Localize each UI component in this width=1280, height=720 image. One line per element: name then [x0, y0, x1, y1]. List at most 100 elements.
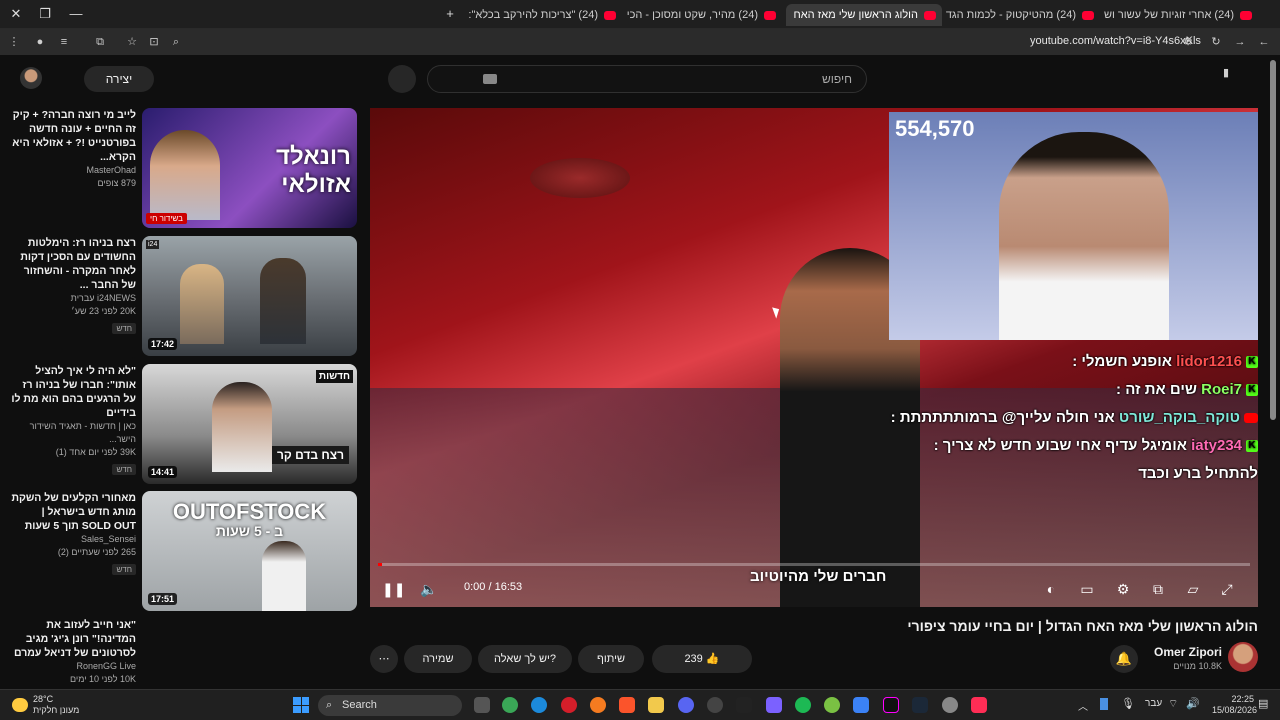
- taskbar-search[interactable]: ⌕ Search: [318, 695, 462, 716]
- captions-icon[interactable]: ▭: [1076, 578, 1098, 600]
- zoom-icon[interactable]: ⌕: [168, 34, 184, 50]
- account-avatar[interactable]: [20, 67, 42, 89]
- video-title[interactable]: "לא היה לי איך להציל אותו": חברו של בניה…: [11, 364, 136, 420]
- settings-gear-icon[interactable]: ⚙: [1112, 578, 1134, 600]
- browser-tab-active[interactable]: הולוג הראשון שלי מאז האח: [786, 4, 942, 26]
- notifications-icon[interactable]: ▤: [1258, 697, 1268, 710]
- edge-icon[interactable]: [531, 697, 547, 713]
- speaker-icon[interactable]: 🔊: [1186, 697, 1200, 710]
- browser-tab[interactable]: (24) מהיר, שקט ומסוכן - הכיוו: [626, 4, 782, 26]
- close-window-icon[interactable]: ✕: [6, 5, 26, 23]
- whatsapp-icon[interactable]: [824, 697, 840, 713]
- video-title[interactable]: "אני חייב לעזוב את המדינה!" רונן ג'יג' מ…: [11, 618, 136, 660]
- cast-icon[interactable]: ▱: [1182, 578, 1204, 600]
- progress-fill: [378, 563, 383, 566]
- more-actions-button[interactable]: ⋯: [370, 645, 398, 673]
- progress-bar[interactable]: [378, 563, 1250, 566]
- video-player[interactable]: 554,570 Klidor1216 אופנע חשמלי : K Roei7 …: [370, 108, 1258, 607]
- video-title[interactable]: לייב מי רוצה חברה? + קיק זה החיים + עונה…: [11, 108, 136, 164]
- brave-icon[interactable]: [619, 697, 635, 713]
- ask-button[interactable]: יש לך שאלה?: [478, 645, 572, 673]
- chrome-icon[interactable]: [502, 697, 518, 713]
- channel-name[interactable]: MasterOhad: [11, 164, 136, 177]
- video-thumbnail[interactable]: OUTOFSTOCK ב - 5 שעות 17:51: [142, 491, 357, 611]
- tiktok-icon[interactable]: [883, 697, 899, 713]
- taskbar-search-label: Search: [342, 699, 377, 711]
- recommended-video[interactable]: OUTOFSTOCK ב - 5 שעות 17:51 מאחורי הקלעי…: [0, 491, 360, 611]
- system-clock[interactable]: 22:25 15/08/2026: [1212, 694, 1257, 716]
- extensions-icon[interactable]: ⧉: [92, 34, 108, 50]
- back-icon[interactable]: ←: [1256, 34, 1272, 50]
- spotify-icon[interactable]: [795, 697, 811, 713]
- video-meta: 10K לפני 10 ימים: [69, 674, 136, 684]
- tray-chevron-icon[interactable]: ︿: [1078, 698, 1088, 713]
- discord-icon[interactable]: [678, 697, 694, 713]
- like-button[interactable]: 239 👍: [652, 645, 752, 673]
- recommended-video[interactable]: רצח בדם קר חדשות 14:41 "לא היה לי איך לה…: [0, 364, 360, 484]
- windows-start-icon[interactable]: [293, 697, 309, 713]
- weather-widget[interactable]: 28°C מעונן חלקית: [33, 694, 79, 716]
- minimize-window-icon[interactable]: —: [66, 5, 86, 23]
- tiktok-live-icon[interactable]: [971, 697, 987, 713]
- channel-name[interactable]: RonenGG Live: [11, 660, 136, 673]
- recommended-video[interactable]: "אני חייב לעזוב את המדינה!" רונן ג'יג' מ…: [0, 618, 360, 688]
- app-grid-icon[interactable]: [766, 697, 782, 713]
- fullscreen-icon[interactable]: ⤢: [1216, 578, 1238, 600]
- address-bar[interactable]: youtube.com/watch?v=i8-Y4s6xKls: [1030, 35, 1201, 47]
- tray-app-icon[interactable]: [1100, 698, 1108, 710]
- restore-window-icon[interactable]: ❐: [35, 5, 55, 23]
- keyboard-icon[interactable]: [483, 74, 497, 84]
- github-icon[interactable]: [707, 697, 723, 713]
- file-explorer-icon[interactable]: [648, 697, 664, 713]
- microphone-icon[interactable]: 🎙: [1121, 697, 1135, 710]
- forward-icon[interactable]: →: [1232, 34, 1248, 50]
- video-title[interactable]: מאחורי הקלעים של השקת מותג חדש בישראל | …: [11, 491, 136, 533]
- share-button[interactable]: שיתוף: [578, 645, 644, 673]
- epic-games-icon[interactable]: [736, 697, 752, 713]
- opera-icon[interactable]: [561, 697, 577, 713]
- channel-name-main[interactable]: Omer Zipori: [1154, 645, 1222, 659]
- video-thumbnail[interactable]: i24 17:42: [142, 236, 357, 356]
- new-tab-icon[interactable]: +: [440, 5, 460, 23]
- search-input[interactable]: חיפוש: [427, 65, 867, 93]
- settings-gear-icon[interactable]: [942, 697, 958, 713]
- language-indicator[interactable]: עבר: [1145, 698, 1162, 709]
- video-thumbnail[interactable]: רונאלד אזולאי בשידור חי: [142, 108, 357, 228]
- create-button[interactable]: יצירה: [84, 66, 154, 92]
- profile-icon[interactable]: ●: [32, 34, 48, 50]
- channel-avatar[interactable]: [1228, 642, 1258, 672]
- chat-message: Klidor1216 אופנע חשמלי :: [888, 348, 1258, 376]
- video-info: לייב מי רוצה חברה? + קיק זה החיים + עונה…: [11, 108, 136, 190]
- bookmark-star-icon[interactable]: ☆: [124, 34, 140, 50]
- browser-tab[interactable]: (24) "צריכות להירקב בכלא": כו: [468, 4, 622, 26]
- wifi-icon[interactable]: ⌔: [1168, 697, 1178, 711]
- menu-dots-icon[interactable]: ⋮: [6, 34, 22, 50]
- firefox-icon[interactable]: [590, 697, 606, 713]
- youtube-logo-icon[interactable]: ▮: [1218, 65, 1234, 81]
- task-view-icon[interactable]: [474, 697, 490, 713]
- reload-icon[interactable]: ↻: [1208, 34, 1224, 50]
- volume-icon[interactable]: 🔈: [418, 578, 440, 600]
- pause-icon[interactable]: ❚❚: [382, 578, 405, 600]
- app-icon[interactable]: [853, 697, 869, 713]
- page-scrollbar[interactable]: [1270, 60, 1276, 420]
- browser-tab[interactable]: (24) אחרי זוגיות של עשור ושני: [1104, 4, 1258, 26]
- steam-icon[interactable]: [912, 697, 928, 713]
- video-thumbnail[interactable]: רצח בדם קר חדשות 14:41: [142, 364, 357, 484]
- video-meta: 265 לפני שעתיים (2): [57, 547, 136, 557]
- browser-tab[interactable]: (24) מהטיקטוק - לכמות הגדולה: [946, 4, 1100, 26]
- video-title[interactable]: רצח בניהו רז: הימלטות החשודים עם הסכין ד…: [11, 236, 136, 292]
- recommended-video[interactable]: רונאלד אזולאי בשידור חי לייב מי רוצה חבר…: [0, 108, 360, 228]
- screenshot-icon[interactable]: ⊡: [146, 34, 162, 50]
- reading-list-icon[interactable]: ≡: [56, 34, 72, 50]
- save-button[interactable]: שמירה: [404, 645, 472, 673]
- channel-name[interactable]: Sales_Sensei: [11, 533, 136, 546]
- channel-name[interactable]: כאן | חדשות - תאגיד השידור הישר...: [11, 420, 136, 446]
- notification-bell-icon[interactable]: 🔔: [1110, 645, 1138, 673]
- site-settings-icon[interactable]: ⚙: [1180, 34, 1196, 50]
- autoplay-toggle[interactable]: ◐: [1040, 578, 1062, 600]
- miniplayer-icon[interactable]: ⧉: [1147, 578, 1169, 600]
- channel-name[interactable]: i24NEWS עברית: [11, 292, 136, 305]
- recommended-video[interactable]: i24 17:42 רצח בניהו רז: הימלטות החשודים …: [0, 236, 360, 356]
- voice-search-icon[interactable]: [388, 65, 416, 93]
